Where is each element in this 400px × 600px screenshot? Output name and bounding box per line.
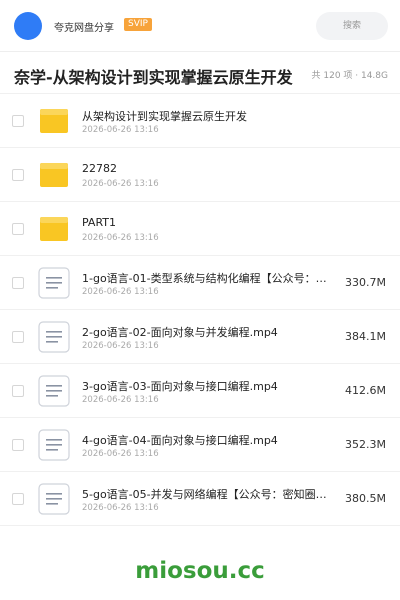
svip-badge: SVIP: [124, 18, 152, 31]
item-name: 22782: [82, 162, 117, 175]
select-checkbox[interactable]: [12, 331, 24, 343]
select-checkbox[interactable]: [12, 385, 24, 397]
select-checkbox[interactable]: [12, 115, 24, 127]
select-checkbox[interactable]: [12, 223, 24, 235]
document-icon: [38, 375, 70, 407]
item-date: 2026-06-26 13:16: [82, 341, 159, 351]
document-icon: [38, 321, 70, 353]
share-owner-name: 夸克网盘分享: [54, 23, 114, 34]
list-item[interactable]: 5-go语言-05-并发与网络编程【公众号：密知圈… 2026-06-26 13:…: [0, 472, 400, 526]
list-item[interactable]: 2-go语言-02-面向对象与并发编程.mp4 2026-06-26 13:16 3…: [0, 310, 400, 364]
page-title: 奈学-从架构设计到实现掌握云原生开发: [14, 68, 293, 87]
avatar[interactable]: [14, 12, 42, 40]
item-date: 2026-06-26 13:16: [82, 287, 159, 297]
document-icon: [38, 267, 70, 299]
item-size: 412.6M: [345, 384, 386, 397]
list-item[interactable]: 1-go语言-01-类型系统与结构化编程【公众号：… 2026-06-26 13:…: [0, 256, 400, 310]
header-bar: 夸克网盘分享 SVIP 搜索: [0, 0, 400, 52]
folder-icon: [40, 217, 68, 241]
file-list: 从架构设计到实现掌握云原生开发 2026-06-26 13:16 22782 2026…: [0, 94, 400, 526]
item-date: 2026-06-26 13:16: [82, 125, 159, 135]
list-item[interactable]: 4-go语言-04-面向对象与接口编程.mp4 2026-06-26 13:16 3…: [0, 418, 400, 472]
item-summary: 共 120 项 · 14.8G: [311, 71, 389, 81]
list-item[interactable]: 3-go语言-03-面向对象与接口编程.mp4 2026-06-26 13:16 4…: [0, 364, 400, 418]
item-date: 2026-06-26 13:16: [82, 233, 159, 243]
item-date: 2026-06-26 13:16: [82, 449, 159, 459]
item-size: 384.1M: [345, 330, 386, 343]
item-date: 2026-06-26 13:16: [82, 395, 159, 405]
search-button[interactable]: 搜索: [316, 12, 388, 40]
item-name: 3-go语言-03-面向对象与接口编程.mp4: [82, 380, 278, 393]
item-date: 2026-06-26 13:16: [82, 503, 159, 513]
title-row: 奈学-从架构设计到实现掌握云原生开发 共 120 项 · 14.8G: [0, 58, 400, 94]
item-size: 330.7M: [345, 276, 386, 289]
item-name: PART1: [82, 216, 117, 229]
item-size: 352.3M: [345, 438, 386, 451]
item-name: 5-go语言-05-并发与网络编程【公众号：密知圈…: [82, 488, 327, 501]
item-name: 从架构设计到实现掌握云原生开发: [82, 110, 247, 123]
select-checkbox[interactable]: [12, 439, 24, 451]
folder-icon: [40, 109, 68, 133]
list-item[interactable]: 22782 2026-06-26 13:16: [0, 148, 400, 202]
document-icon: [38, 483, 70, 515]
item-date: 2026-06-26 13:16: [82, 179, 159, 189]
list-item[interactable]: 从架构设计到实现掌握云原生开发 2026-06-26 13:16: [0, 94, 400, 148]
select-checkbox[interactable]: [12, 169, 24, 181]
item-name: 1-go语言-01-类型系统与结构化编程【公众号：…: [82, 272, 327, 285]
item-name: 4-go语言-04-面向对象与接口编程.mp4: [82, 434, 278, 447]
item-size: 380.5M: [345, 492, 386, 505]
select-checkbox[interactable]: [12, 493, 24, 505]
folder-icon: [40, 163, 68, 187]
item-name: 2-go语言-02-面向对象与并发编程.mp4: [82, 326, 278, 339]
document-icon: [38, 429, 70, 461]
list-item[interactable]: PART1 2026-06-26 13:16: [0, 202, 400, 256]
watermark: miosou.cc: [135, 558, 265, 584]
select-checkbox[interactable]: [12, 277, 24, 289]
